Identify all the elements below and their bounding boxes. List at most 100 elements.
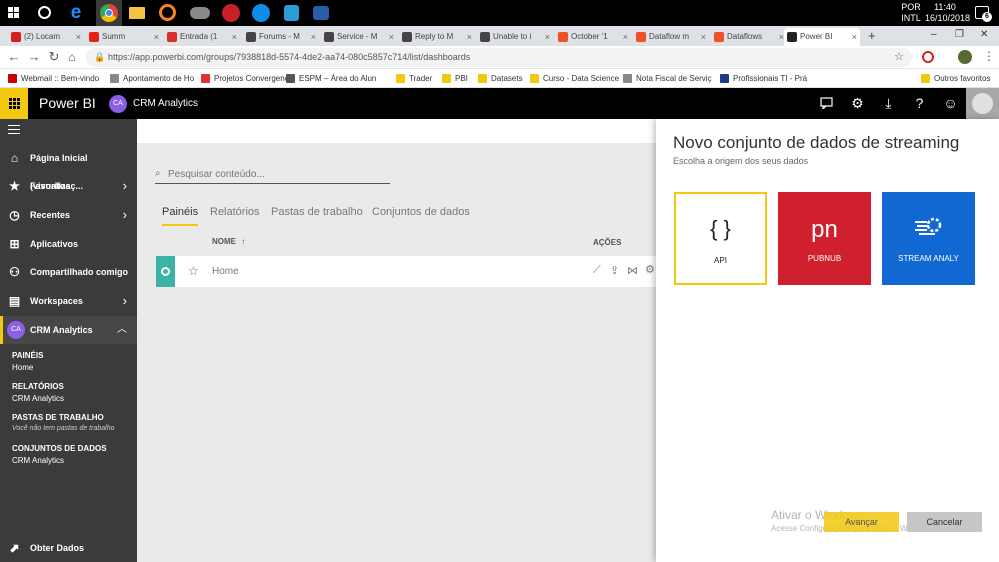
bookmark-item[interactable]: PBI — [442, 72, 468, 85]
tab-datasets[interactable]: Conjuntos de dados — [372, 206, 470, 218]
browser-tab[interactable]: Forums - M × — [243, 28, 319, 46]
opera-icon[interactable] — [922, 51, 934, 63]
remote-desktop-icon[interactable] — [313, 6, 329, 20]
bookmark-label: Trader — [409, 74, 433, 83]
bookmark-item[interactable]: Curso - Data Science — [530, 72, 619, 85]
nav-favorites[interactable]: ★ Favoritos › — [0, 172, 137, 200]
forward-icon[interactable]: → — [26, 49, 42, 65]
bookmark-item[interactable]: Trader — [396, 72, 432, 85]
section-item-reports[interactable]: CRM Analytics — [12, 394, 64, 403]
nav-recents[interactable]: ◷ Recentes › — [0, 201, 137, 229]
nav-shared[interactable]: ⚇ Compartilhado comigo — [0, 258, 137, 286]
browser-tab[interactable]: Unable to i × — [477, 28, 553, 46]
tab-close-icon[interactable]: × — [467, 28, 472, 46]
back-icon[interactable]: ← — [6, 49, 22, 65]
tab-close-icon[interactable]: × — [852, 28, 857, 46]
source-api-card[interactable]: { } API — [674, 192, 767, 285]
bookmark-item[interactable]: Profissionais TI - Prá — [720, 72, 807, 85]
cortana-icon[interactable] — [38, 6, 51, 19]
app-icon-red[interactable] — [222, 4, 240, 22]
feedback-icon[interactable] — [811, 88, 842, 119]
browser-tab[interactable]: Service - M × — [321, 28, 397, 46]
browser-tab[interactable]: Reply to M × — [399, 28, 475, 46]
browser-tab[interactable]: (2) Locam × — [8, 28, 84, 46]
bookmark-item[interactable]: ESPM – Área do Alun — [286, 72, 376, 85]
user-avatar[interactable] — [966, 88, 999, 119]
browser-tab[interactable]: Summ × — [86, 28, 162, 46]
source-pubnub-card[interactable]: pn PUBNUB — [778, 192, 871, 285]
tab-close-icon[interactable]: × — [76, 28, 81, 46]
next-button[interactable]: Avançar — [824, 512, 899, 532]
bookmark-item[interactable]: Nota Fiscal de Serviç — [623, 72, 712, 85]
window-close-icon[interactable]: ✕ — [980, 29, 988, 40]
nav-workspaces[interactable]: ▤ Workspaces › — [0, 287, 137, 315]
nav-apps[interactable]: ⊞ Aplicativos — [0, 230, 137, 258]
bookmark-item[interactable]: Webmail :: Bem-vindo — [8, 72, 99, 85]
row-name[interactable]: Home — [212, 266, 239, 277]
table-row[interactable]: ☆ Home ⟋ ⇪ ⋈ ⚙ — [156, 256, 656, 287]
tab-close-icon[interactable]: × — [311, 28, 316, 46]
share-icon[interactable]: ⇪ — [610, 264, 619, 277]
share-network-icon[interactable]: ⋈ — [627, 264, 638, 277]
brand-title[interactable]: Power BI — [39, 95, 96, 111]
browser-tab[interactable]: Dataflow m × — [633, 28, 709, 46]
tab-close-icon[interactable]: × — [701, 28, 706, 46]
settings-icon[interactable]: ⚙ — [645, 263, 655, 276]
app-icon-shield[interactable] — [284, 5, 299, 21]
browser-tab[interactable]: Entrada (1 × — [164, 28, 240, 46]
app-launcher-icon[interactable] — [0, 88, 28, 119]
tab-close-icon[interactable]: × — [389, 28, 394, 46]
bookmark-label: Nota Fiscal de Serviç — [636, 74, 712, 83]
favorite-star-icon[interactable]: ☆ — [188, 264, 199, 278]
reload-icon[interactable]: ↻ — [46, 49, 62, 65]
tab-reports[interactable]: Relatórios — [210, 206, 260, 218]
nav-home[interactable]: ⌂ Página Inicial (visualizaç... — [0, 144, 137, 192]
help-icon[interactable]: ? — [904, 88, 935, 119]
column-header-name[interactable]: NOME ↑ — [212, 237, 245, 246]
tab-dashboards[interactable]: Painéis — [162, 206, 199, 226]
url-field[interactable]: 🔒 https://app.powerbi.com/groups/7938818… — [86, 48, 912, 67]
app-icon-hpe[interactable] — [190, 7, 210, 19]
nav-get-data[interactable]: ⬈ Obter Dados — [0, 534, 137, 562]
bookmark-star-icon[interactable]: ☆ — [894, 48, 904, 67]
chrome-icon[interactable] — [96, 0, 122, 26]
search-box[interactable]: ⌕ Pesquisar conteúdo... — [155, 165, 390, 184]
language-indicator[interactable]: POR INTL — [898, 2, 924, 24]
tab-close-icon[interactable]: × — [623, 28, 628, 46]
edge-icon[interactable]: e — [66, 3, 86, 23]
file-explorer-icon[interactable] — [129, 7, 145, 19]
settings-gear-icon[interactable]: ⚙ — [842, 88, 873, 119]
source-stream-analytics-card[interactable]: STREAM ANALY — [882, 192, 975, 285]
section-item-datasets[interactable]: CRM Analytics — [12, 456, 64, 465]
teamviewer-icon[interactable] — [252, 4, 270, 22]
tab-close-icon[interactable]: × — [154, 28, 159, 46]
nav-workspace-crm[interactable]: CA CRM Analytics ︿ — [0, 316, 137, 344]
bookmark-item[interactable]: Datasets — [478, 72, 523, 85]
browser-tab[interactable]: Power BI × — [784, 28, 860, 46]
cancel-button[interactable]: Cancelar — [907, 512, 982, 532]
tab-close-icon[interactable]: × — [545, 28, 550, 46]
collapse-nav-icon[interactable] — [8, 125, 20, 134]
workspace-title[interactable]: CRM Analytics — [133, 98, 198, 109]
clock[interactable]: 11:40 16/10/2018 — [925, 2, 970, 24]
maximize-icon[interactable]: ❐ — [955, 29, 964, 40]
bookmark-item[interactable]: Apontamento de Ho — [110, 72, 194, 85]
browser-tab[interactable]: Dataflows × — [711, 28, 787, 46]
bookmark-item[interactable]: Outros favoritos — [921, 72, 990, 85]
new-tab-icon[interactable]: + — [868, 28, 876, 43]
insights-icon[interactable]: ⟋ — [593, 264, 601, 277]
tab-workbooks[interactable]: Pastas de trabalho — [271, 206, 363, 218]
menu-icon[interactable]: ⋮ — [983, 49, 995, 63]
app-icon-orange[interactable] — [159, 4, 176, 21]
download-icon[interactable]: ⤓ — [873, 88, 904, 119]
home-icon[interactable]: ⌂ — [64, 49, 80, 65]
section-item-dashboards[interactable]: Home — [12, 363, 33, 372]
notification-icon[interactable]: 6 — [975, 6, 992, 22]
profile-avatar[interactable] — [958, 50, 972, 64]
browser-tab[interactable]: October '1 × — [555, 28, 631, 46]
bookmark-item[interactable]: Projetos Convergenc — [201, 72, 289, 85]
tab-close-icon[interactable]: × — [232, 28, 237, 46]
minimize-icon[interactable]: – — [931, 29, 937, 40]
smiley-icon[interactable]: ☺ — [935, 88, 966, 119]
windows-start-icon[interactable] — [8, 7, 20, 19]
